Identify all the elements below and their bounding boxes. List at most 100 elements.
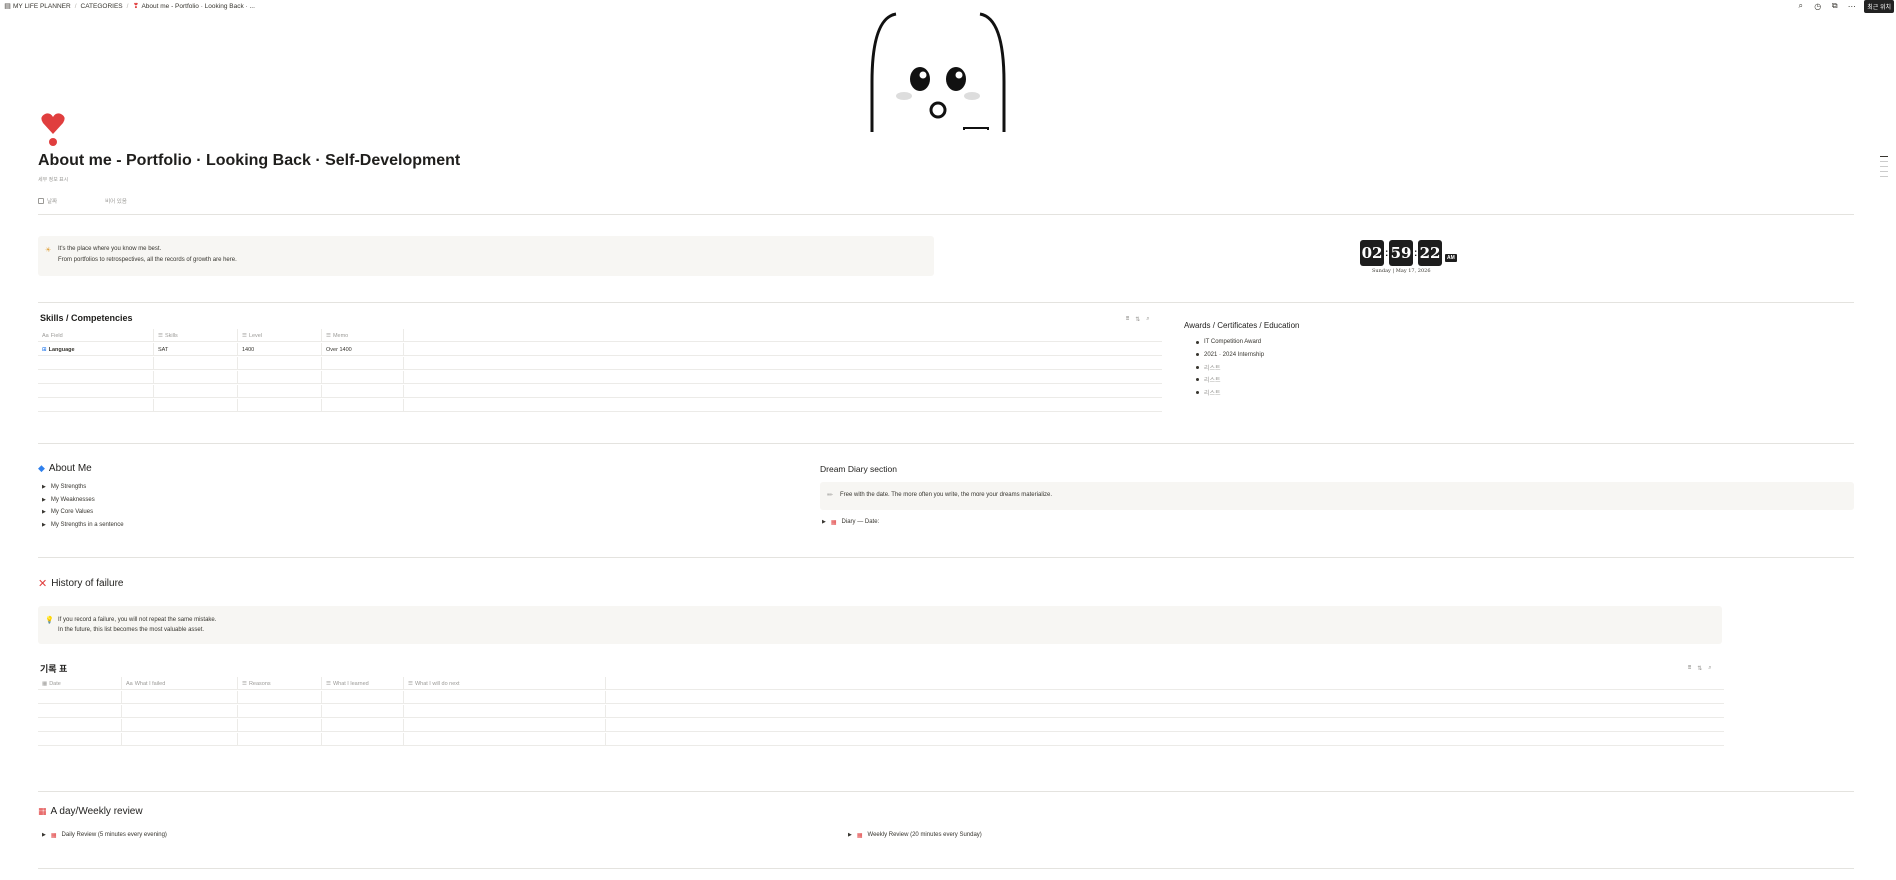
toggle-label: My Core Values xyxy=(50,509,94,516)
column-label: What I will do next xyxy=(414,680,460,687)
list-item[interactable]: 리스트 xyxy=(1196,374,1264,387)
toggle-triangle-icon[interactable]: ▶ xyxy=(42,522,46,528)
list-type-icon: ☰ xyxy=(158,332,163,339)
filter-icon[interactable]: ⩩ xyxy=(1126,316,1129,323)
calendar-icon: ▦ xyxy=(856,832,863,839)
property-value: 비어 있음 xyxy=(105,199,127,205)
heart-icon: ❣ xyxy=(133,2,139,10)
heart-exclamation-icon xyxy=(41,113,65,146)
breadcrumb-item-categories[interactable]: CATEGORIES xyxy=(81,3,123,10)
cell-memo[interactable]: Over 1400 xyxy=(322,343,404,356)
table-row[interactable] xyxy=(38,385,1162,398)
toggle-daily-review[interactable]: ▶ ▦ Daily Review (5 minutes every evening) xyxy=(42,829,167,842)
top-bar: ▤ MY LIFE PLANNER / CATEGORIES / ❣ About… xyxy=(0,0,1896,13)
column-header-field[interactable]: Aa Field xyxy=(38,329,154,342)
sun-icon: ☀ xyxy=(45,247,52,254)
divider xyxy=(38,557,1854,558)
page-properties: 날짜 비어 있음 xyxy=(38,197,127,205)
awards-heading: Awards / Certificates / Education xyxy=(1184,321,1300,330)
heading-text: History of failure xyxy=(51,578,124,589)
breadcrumb-label: CATEGORIES xyxy=(80,2,123,10)
cross-icon: ✕ xyxy=(38,578,48,590)
toggle-core-values[interactable]: ▶ My Core Values xyxy=(42,506,124,519)
cell-field[interactable]: ⊞ Language xyxy=(38,343,154,356)
toggle-triangle-icon[interactable]: ▶ xyxy=(848,832,852,838)
clock-colon: : xyxy=(1385,247,1389,259)
list-item-text: 리스트 xyxy=(1204,365,1221,372)
filter-icon[interactable]: ⩩ xyxy=(1688,665,1691,672)
toggle-strengths-sentence[interactable]: ▶ My Strengths in a sentence xyxy=(42,519,124,532)
table-filler xyxy=(404,329,1162,342)
column-header-date[interactable]: ▦ Date xyxy=(38,677,122,690)
bullet-icon xyxy=(1196,353,1199,357)
duplicate-icon[interactable]: ⧉ xyxy=(1830,1,1839,11)
search-icon[interactable]: ⌕ xyxy=(1708,665,1711,672)
toggle-triangle-icon[interactable]: ▶ xyxy=(42,509,46,515)
property-date[interactable]: 날짜 xyxy=(38,197,57,205)
toggle-triangle-icon[interactable]: ▶ xyxy=(42,832,46,838)
intro-callout: ☀ It's the place where you know me best.… xyxy=(38,236,934,276)
column-header-level[interactable]: ☰ Level xyxy=(238,329,322,342)
toggle-diary-date[interactable]: ▶ ▦ Diary — Date: xyxy=(822,516,879,529)
clock-colon: : xyxy=(1414,247,1418,259)
column-header-what-failed[interactable]: Aa What I failed xyxy=(122,677,238,690)
table-row[interactable] xyxy=(38,691,1724,704)
table-row[interactable] xyxy=(38,399,1162,412)
text-type-icon: Aa xyxy=(126,680,133,687)
review-weekly-toggle-list: ▶ ▦ Weekly Review (20 minutes every Sunday… xyxy=(848,829,982,842)
calendar-icon: ▦ xyxy=(38,806,47,816)
lightbulb-icon: 💡 xyxy=(45,617,54,624)
sort-icon[interactable]: ⇅ xyxy=(1135,316,1140,323)
table-row[interactable] xyxy=(38,733,1724,746)
record-table-title[interactable]: 기록 표 xyxy=(40,662,67,675)
toggle-my-strengths[interactable]: ▶ My Strengths xyxy=(42,481,124,494)
table-row[interactable] xyxy=(38,357,1162,370)
cell-skills[interactable]: SAT xyxy=(154,343,238,356)
list-item[interactable]: 리스트 xyxy=(1196,386,1264,399)
table-row[interactable] xyxy=(38,705,1724,718)
breadcrumb-item-planner[interactable]: ▤ MY LIFE PLANNER xyxy=(4,3,71,10)
table-row[interactable] xyxy=(38,371,1162,384)
show-details-link[interactable]: 세부 정보 표시 xyxy=(38,176,68,183)
pencil-icon: ✏ xyxy=(827,492,833,499)
more-icon[interactable]: ⋯ xyxy=(1847,2,1856,11)
table-row[interactable] xyxy=(38,719,1724,732)
page-title: About me - Portfolio · Looking Back · Se… xyxy=(38,152,461,169)
column-header-learned[interactable]: ☰ What I learned xyxy=(322,677,404,690)
sort-icon[interactable]: ⇅ xyxy=(1697,665,1702,672)
dream-diary-heading: Dream Diary section xyxy=(820,464,897,474)
heading-text: About Me xyxy=(48,463,92,474)
column-header-skills[interactable]: ☰ Skills xyxy=(154,329,238,342)
toggle-triangle-icon[interactable]: ▶ xyxy=(42,497,46,503)
recent-location-button[interactable]: 최근 위치 xyxy=(1864,0,1894,13)
property-label: 날짜 xyxy=(47,199,58,205)
breadcrumb-item-current[interactable]: ❣ About me - Portfolio · Looking Back · … xyxy=(132,2,255,10)
toggle-triangle-icon[interactable]: ▶ xyxy=(42,484,46,490)
search-icon[interactable]: ⌕ xyxy=(1146,316,1149,323)
search-icon[interactable]: ⌕ xyxy=(1796,1,1805,11)
list-item[interactable]: 2021 · 2024 Internship xyxy=(1196,349,1264,362)
callout-line: From portfolios to retrospectives, all t… xyxy=(58,257,237,263)
toggle-my-weaknesses[interactable]: ▶ My Weaknesses xyxy=(42,494,124,507)
toggle-label: Weekly Review (20 minutes every Sunday) xyxy=(867,832,982,839)
column-header-memo[interactable]: ☰ Memo xyxy=(322,329,404,342)
divider xyxy=(38,302,1854,303)
toggle-triangle-icon[interactable]: ▶ xyxy=(822,519,826,525)
callout-text: Free with the date. The more often you w… xyxy=(840,492,1052,498)
bullet-icon xyxy=(1196,390,1199,394)
updates-icon[interactable]: ◷ xyxy=(1813,2,1822,11)
cell-level[interactable]: 1400 xyxy=(238,343,322,356)
table-row[interactable]: ⊞ Language SAT 1400 Over 1400 xyxy=(38,343,1162,356)
db-toolbar: ⩩ ⇅ ⌕ xyxy=(1688,665,1712,672)
column-label: Date xyxy=(49,680,61,687)
page-outline-minimap[interactable] xyxy=(1880,156,1888,177)
list-item[interactable]: 리스트 xyxy=(1196,361,1264,374)
list-item-text: 리스트 xyxy=(1204,390,1221,397)
calendar-icon xyxy=(38,198,44,204)
skills-db-title[interactable]: Skills / Competencies xyxy=(40,313,133,323)
toggle-weekly-review[interactable]: ▶ ▦ Weekly Review (20 minutes every Sunday… xyxy=(848,829,982,842)
list-item[interactable]: IT Competition Award xyxy=(1196,336,1264,349)
property-empty-value[interactable]: 비어 있음 xyxy=(105,197,127,205)
column-header-next[interactable]: ☰ What I will do next xyxy=(404,677,606,690)
column-header-reasons[interactable]: ☰ Reasons xyxy=(238,677,322,690)
